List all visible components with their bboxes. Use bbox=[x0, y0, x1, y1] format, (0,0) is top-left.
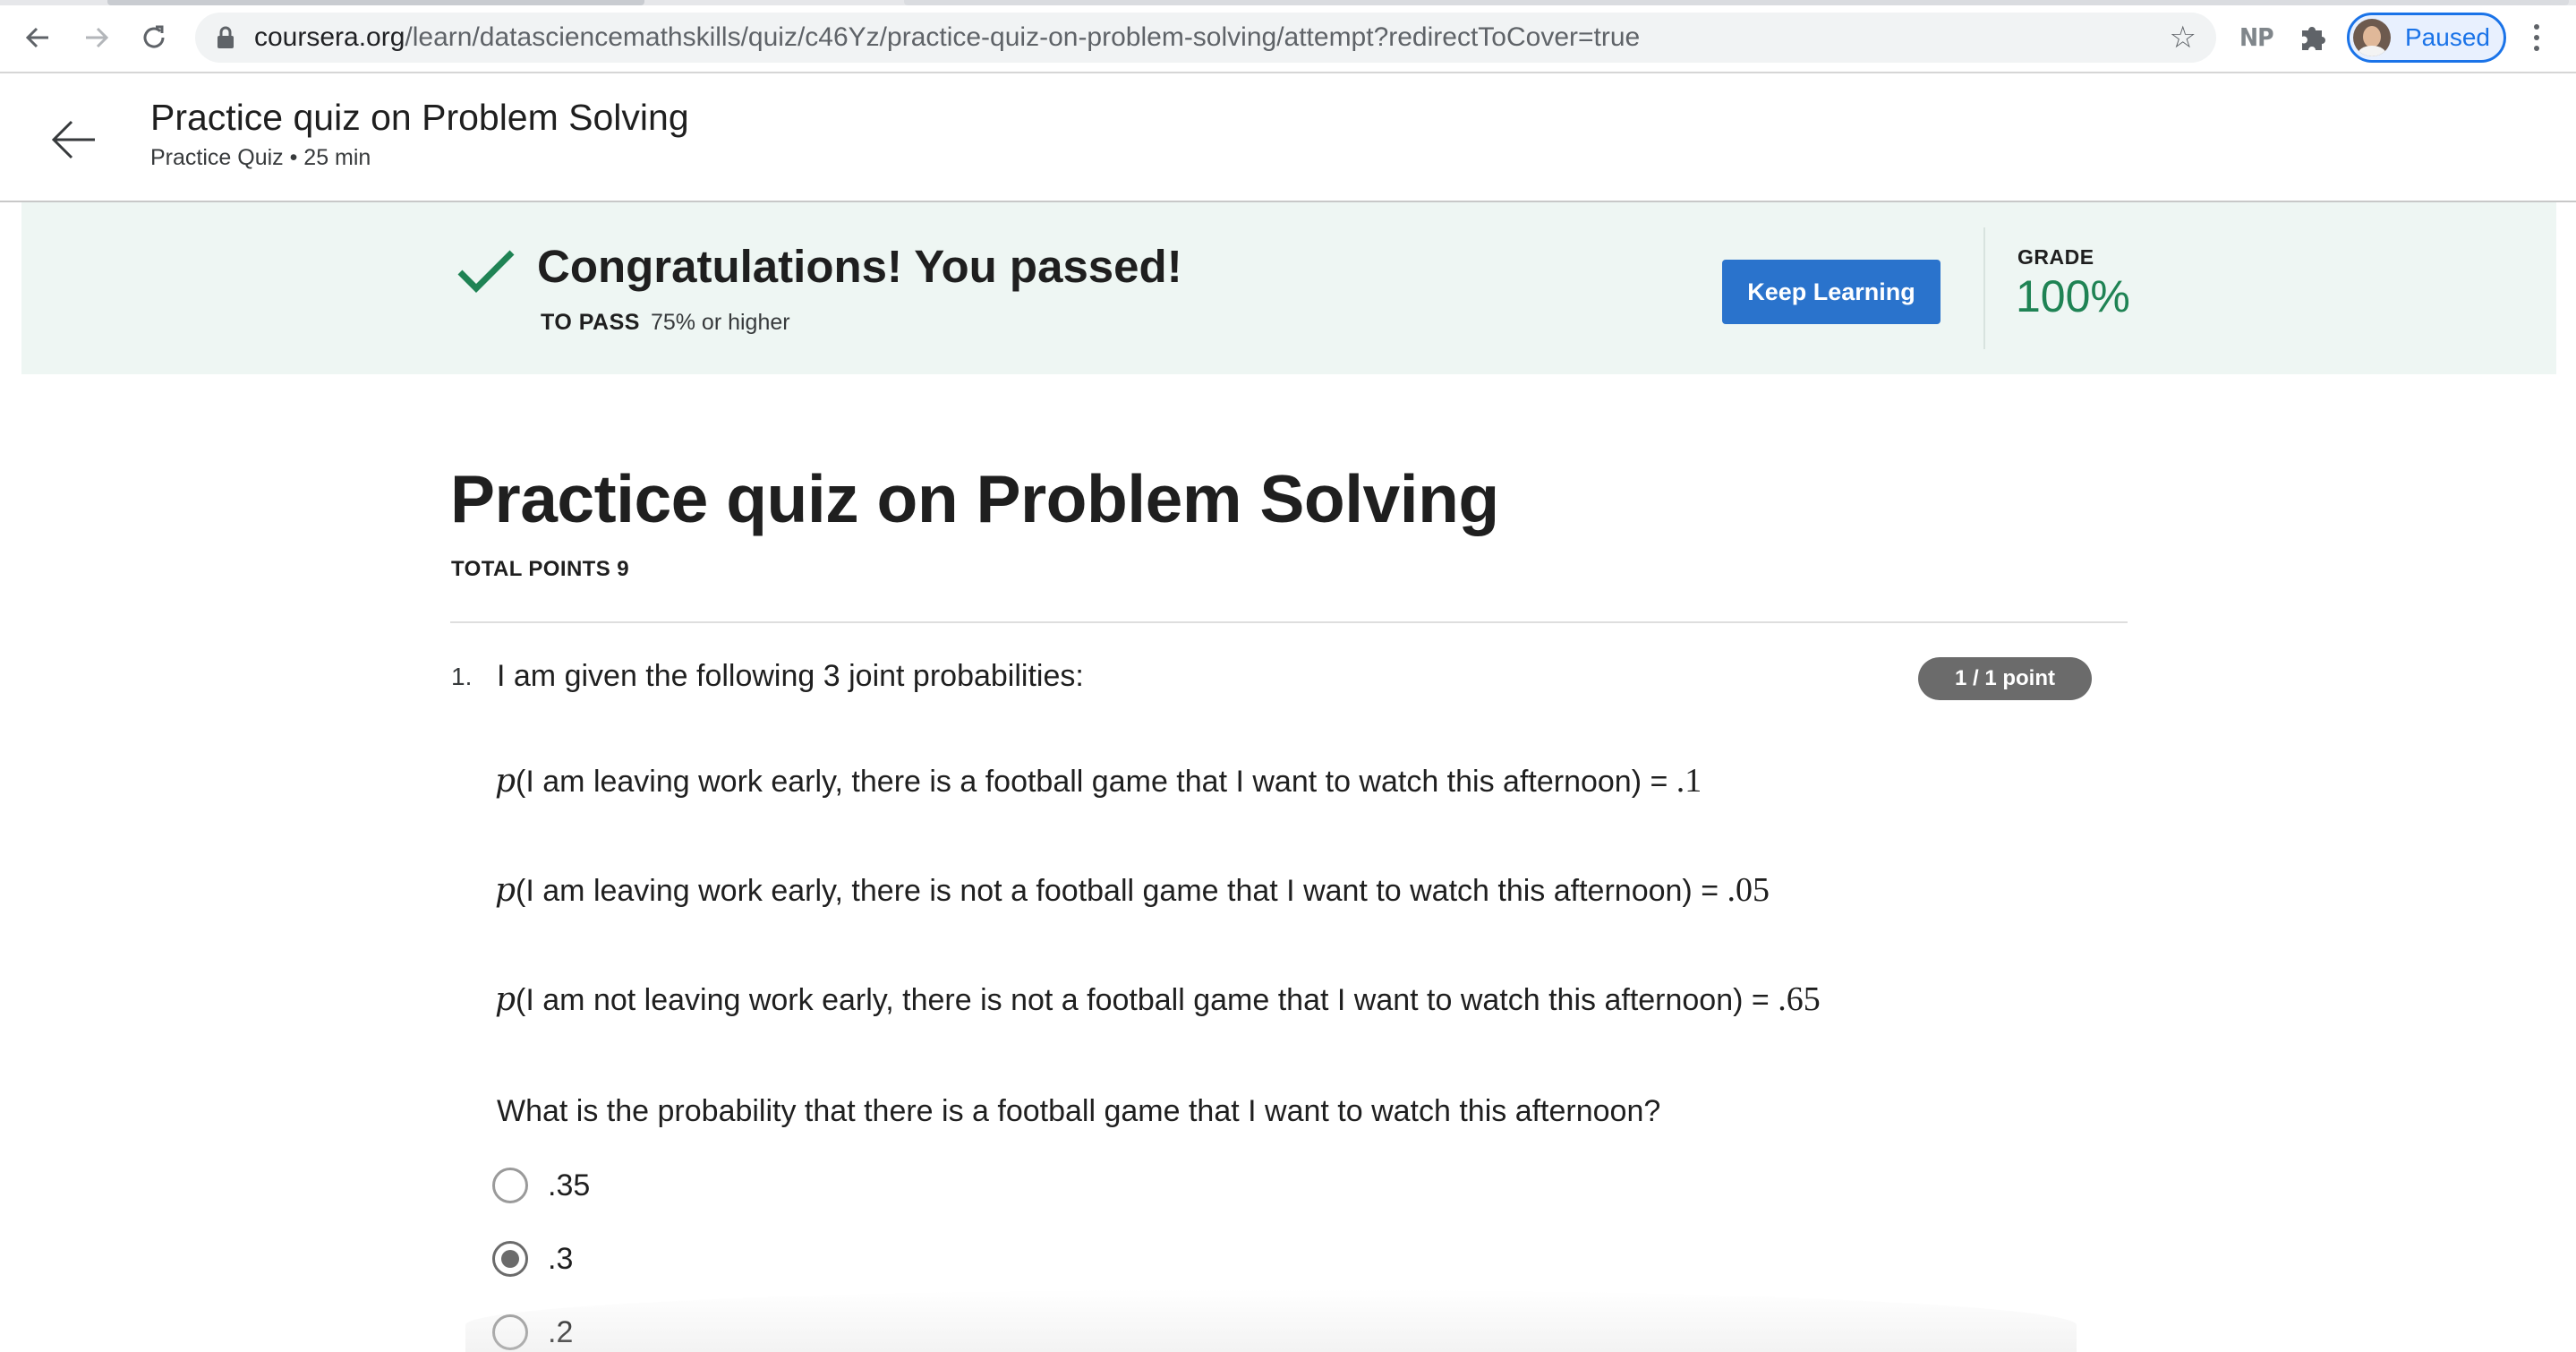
url-host: coursera.org bbox=[254, 22, 405, 52]
banner-divider bbox=[1983, 227, 1985, 349]
profile-button[interactable]: Paused bbox=[2347, 13, 2506, 63]
prob-text: (I am leaving work early, there is not a… bbox=[516, 874, 1727, 908]
url-path: /learn/datasciencemathskills/quiz/c46Yz/… bbox=[405, 22, 1641, 52]
total-points: TOTAL POINTS 9 bbox=[451, 557, 629, 581]
pass-threshold: TO PASS 75% or higher bbox=[541, 310, 790, 336]
points-badge: 1 / 1 point bbox=[1918, 657, 2092, 700]
answer-option[interactable]: .3 bbox=[492, 1239, 573, 1279]
prob-symbol: p bbox=[495, 872, 516, 909]
checkmark-icon bbox=[457, 250, 515, 293]
scroll-shadow bbox=[465, 1289, 2077, 1352]
grade-label: GRADE bbox=[2017, 245, 2094, 269]
extension-np[interactable]: NP bbox=[2239, 18, 2274, 57]
answer-option[interactable]: .35 bbox=[492, 1166, 590, 1205]
pass-threshold-value: 75% or higher bbox=[650, 310, 790, 335]
radio-button[interactable] bbox=[492, 1168, 528, 1203]
item-title: Practice quiz on Problem Solving bbox=[150, 97, 689, 138]
lock-icon[interactable] bbox=[215, 26, 236, 49]
item-header: Practice quiz on Problem Solving Practic… bbox=[0, 75, 2576, 202]
prob-text: (I am not leaving work early, there is n… bbox=[516, 983, 1778, 1017]
prob-symbol: p bbox=[495, 763, 516, 800]
probability-line: p(I am leaving work early, there is not … bbox=[495, 870, 1770, 910]
radio-button-selected[interactable] bbox=[492, 1241, 528, 1277]
probability-line: p(I am not leaving work early, there is … bbox=[495, 980, 1821, 1019]
radio-button[interactable] bbox=[492, 1314, 528, 1350]
prob-text: (I am leaving work early, there is a foo… bbox=[516, 765, 1676, 799]
more-vert-icon[interactable] bbox=[2526, 18, 2547, 57]
probability-line: p(I am leaving work early, there is a fo… bbox=[495, 761, 1702, 800]
question-prompt: What is the probability that there is a … bbox=[497, 1094, 1661, 1128]
pass-threshold-label: TO PASS bbox=[541, 310, 640, 335]
back-icon[interactable] bbox=[18, 18, 57, 57]
question-number: 1. bbox=[451, 663, 473, 690]
address-bar[interactable]: coursera.org/learn/datasciencemathskills… bbox=[195, 13, 2216, 63]
quiz-title: Practice quiz on Problem Solving bbox=[450, 461, 1499, 536]
profile-status: Paused bbox=[2405, 23, 2490, 51]
puzzle-icon[interactable] bbox=[2297, 21, 2329, 54]
option-label: .3 bbox=[548, 1241, 574, 1276]
browser-toolbar: coursera.org/learn/datasciencemathskills… bbox=[0, 0, 2576, 73]
prob-symbol: p bbox=[495, 981, 516, 1018]
option-label: .2 bbox=[548, 1314, 574, 1349]
pass-banner: Congratulations! You passed! TO PASS 75% … bbox=[21, 202, 2556, 374]
tab-edge[interactable] bbox=[904, 0, 2569, 5]
avatar bbox=[2353, 19, 2391, 56]
forward-icon[interactable] bbox=[77, 18, 116, 57]
item-subtitle: Practice Quiz • 25 min bbox=[150, 145, 371, 170]
grade-value: 100% bbox=[2016, 271, 2130, 321]
reload-icon[interactable] bbox=[134, 18, 174, 57]
tab-strip bbox=[0, 0, 2576, 5]
answer-option[interactable]: .2 bbox=[492, 1313, 573, 1352]
divider bbox=[450, 621, 2128, 623]
pass-message: Congratulations! You passed! bbox=[537, 241, 1182, 292]
prob-value: .05 bbox=[1727, 871, 1770, 909]
back-arrow-icon[interactable] bbox=[47, 113, 100, 167]
star-icon[interactable]: ☆ bbox=[2170, 21, 2196, 54]
keep-learning-button[interactable]: Keep Learning bbox=[1722, 260, 1941, 324]
tab-edge[interactable] bbox=[107, 0, 644, 5]
prob-value: .1 bbox=[1676, 762, 1702, 800]
question-intro: I am given the following 3 joint probabi… bbox=[497, 659, 1084, 693]
option-label: .35 bbox=[548, 1168, 591, 1202]
url-text[interactable]: coursera.org/learn/datasciencemathskills… bbox=[254, 13, 1640, 63]
prob-value: .65 bbox=[1778, 980, 1821, 1018]
